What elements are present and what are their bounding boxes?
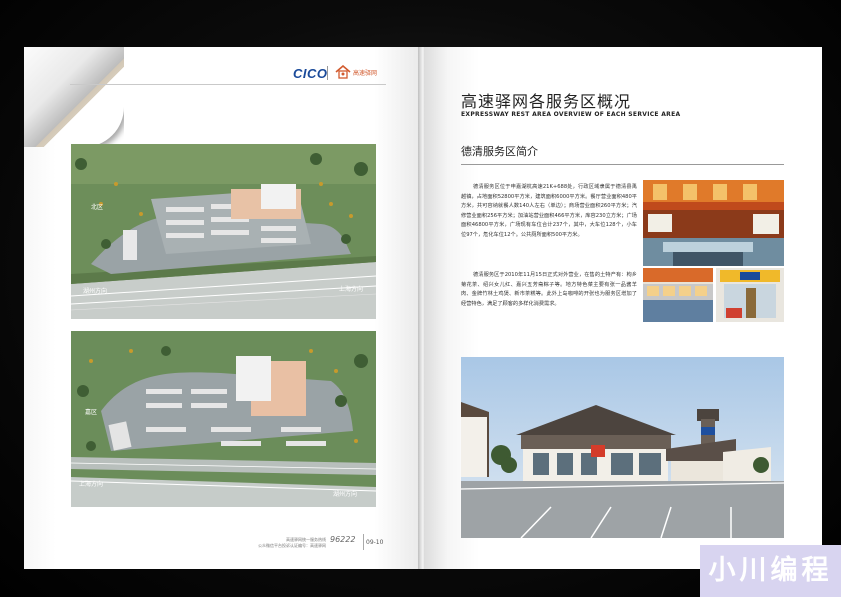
- area-label: 嘉区: [85, 409, 98, 416]
- site-plan-north: [71, 144, 376, 319]
- page-title: 高速驿网各服务区概况: [461, 92, 632, 111]
- shop-front-photo: [716, 268, 784, 322]
- site-plan-south: [71, 331, 376, 507]
- area-label: 北区: [91, 204, 104, 211]
- restaurant-illustration: [643, 180, 784, 266]
- direction-label-west: 上海方向: [79, 481, 104, 488]
- intro-paragraph: 德清服务区位于申嘉湖杭高速21K+688处，行政区域隶属于德清县禹越镇，占地面积…: [461, 184, 637, 238]
- footer-line-2: 公众微信平台投诉认证编号：高速驿网: [258, 543, 326, 548]
- section-rule: [461, 164, 784, 165]
- building-illustration: [461, 357, 784, 538]
- footer-caption: 高速驿网统一服务热线 公众微信平台投诉认证编号：高速驿网: [250, 537, 326, 549]
- food-counter-photo: [643, 268, 713, 322]
- page-subtitle: EXPRESSWAY REST AREA OVERVIEW OF EACH SE…: [461, 111, 681, 118]
- page-curl-flap: [24, 47, 124, 147]
- direction-label-west: 湖州方向: [83, 288, 108, 295]
- direction-label-east: 湖州方向: [333, 491, 358, 498]
- restaurant-interior-photo: [643, 180, 784, 266]
- hotline-number: 96222: [330, 535, 356, 544]
- service-area-map-north: 北区 湖州方向 上海方向: [71, 144, 376, 319]
- direction-label-east: 上海方向: [339, 286, 364, 293]
- specialty-paragraph: 德清服务区于2010年11月15日正式对外营业，在售的土特产有：枸乡菊花茶、绍兴…: [461, 272, 637, 307]
- page-numbers: 09-10: [366, 539, 384, 546]
- watermark: 小川编程: [700, 545, 841, 597]
- footer-divider: [363, 534, 364, 550]
- brand-logo-text: 高速驿网: [353, 70, 378, 77]
- service-area-map-south: 嘉区 上海方向 湖州方向: [71, 331, 376, 507]
- logo-divider: [327, 66, 328, 80]
- cico-logo: CICO: [293, 66, 328, 81]
- shop-front-illustration: [716, 268, 784, 322]
- header-rule: [70, 84, 386, 85]
- food-counter-illustration: [643, 268, 713, 322]
- page-curl[interactable]: [24, 47, 124, 147]
- house-logo-icon: [335, 65, 351, 79]
- section-title: 德清服务区简介: [461, 145, 538, 158]
- service-area-building-photo: [461, 357, 784, 538]
- magazine-spread: CICO 高速驿网 北区 湖州方向 上海方向 嘉区 上海方向 湖州方向 高速驿网…: [0, 0, 841, 597]
